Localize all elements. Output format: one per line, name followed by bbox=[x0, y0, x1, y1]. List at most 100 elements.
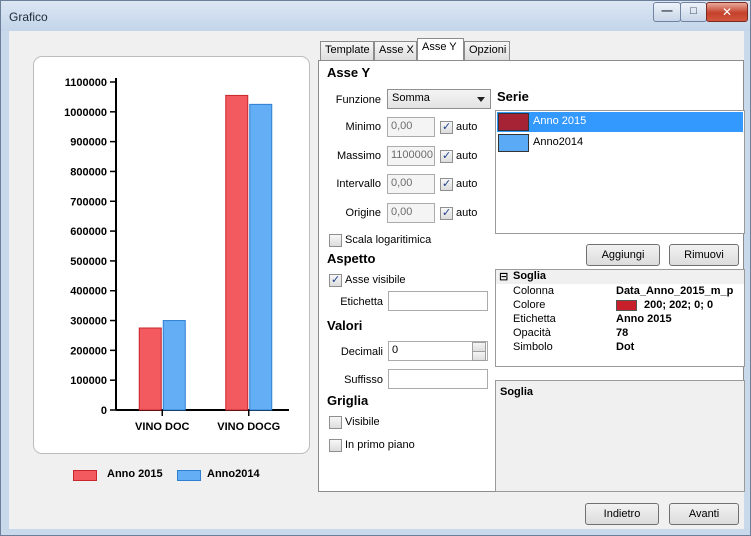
tab-asse-x[interactable]: Asse X bbox=[374, 41, 417, 60]
property-name: Colonna bbox=[513, 285, 554, 297]
color-swatch bbox=[616, 300, 637, 311]
property-value: 78 bbox=[616, 327, 629, 339]
intervallo-auto-checkbox[interactable] bbox=[440, 177, 453, 191]
minimo-label: Minimo bbox=[345, 121, 381, 133]
property-description-box: Soglia bbox=[495, 380, 745, 492]
property-row-opacita[interactable]: Opacità 78 bbox=[496, 327, 744, 341]
decimali-decrement[interactable] bbox=[472, 351, 486, 361]
aggiungi-button[interactable]: Aggiungi bbox=[586, 244, 660, 266]
valori-heading: Valori bbox=[327, 318, 363, 333]
window: Grafico — □ ✕ 0 100000 200000 300000 400000 5… bbox=[0, 0, 751, 536]
property-name: Simbolo bbox=[513, 341, 553, 353]
list-item[interactable]: Anno 2015 bbox=[497, 112, 743, 132]
chart-panel: 0 100000 200000 300000 400000 500000 600000 700… bbox=[33, 56, 310, 454]
tab-template[interactable]: Template bbox=[320, 41, 374, 60]
funzione-select[interactable]: Somma bbox=[387, 89, 491, 109]
asse-visibile-label: Asse visibile bbox=[345, 274, 406, 286]
y-tick-label: 700000 bbox=[70, 196, 107, 208]
intervallo-field[interactable]: 0,00 bbox=[387, 174, 435, 194]
property-name: Colore bbox=[513, 299, 546, 311]
avanti-button[interactable]: Avanti bbox=[669, 503, 739, 525]
collapse-icon: ⊟ bbox=[499, 271, 509, 283]
indietro-button[interactable]: Indietro bbox=[585, 503, 659, 525]
intervallo-label: Intervallo bbox=[336, 178, 381, 190]
property-value: Dot bbox=[616, 341, 635, 353]
x-tick-label: VINO DOCG bbox=[217, 421, 280, 433]
y-tick-label: 200000 bbox=[70, 345, 107, 357]
bar-chart: 0 100000 200000 300000 400000 500000 600000 700… bbox=[64, 77, 289, 433]
y-tick-label: 400000 bbox=[70, 286, 107, 298]
asse-y-heading: Asse Y bbox=[327, 65, 371, 80]
tab-opzioni[interactable]: Opzioni bbox=[464, 41, 510, 60]
y-tick-label: 500000 bbox=[70, 256, 107, 268]
chevron-down-icon bbox=[477, 97, 485, 102]
auto-label: auto bbox=[456, 121, 478, 133]
minimo-field[interactable]: 0,00 bbox=[387, 117, 435, 137]
serie-heading: Serie bbox=[497, 89, 529, 104]
serie-list: Anno 2015 Anno2014 bbox=[495, 110, 745, 234]
property-value: 200; 202; 0; 0 bbox=[644, 299, 714, 311]
minimize-icon: — bbox=[661, 5, 673, 17]
auto-label: auto bbox=[456, 178, 478, 190]
rimuovi-button[interactable]: Rimuovi bbox=[669, 244, 739, 266]
y-tick-label: 1000000 bbox=[64, 107, 107, 119]
asse-visibile-checkbox[interactable] bbox=[329, 273, 342, 287]
property-value: Anno 2015 bbox=[616, 313, 672, 325]
property-row-etichetta[interactable]: Etichetta Anno 2015 bbox=[496, 313, 744, 327]
close-button[interactable]: ✕ bbox=[706, 2, 748, 22]
griglia-visibile-checkbox[interactable] bbox=[329, 416, 342, 429]
origine-auto-checkbox[interactable] bbox=[440, 206, 453, 220]
series-color-swatch bbox=[498, 134, 529, 152]
bar bbox=[162, 320, 186, 411]
y-tick-label: 900000 bbox=[70, 137, 107, 149]
minimo-auto-checkbox[interactable] bbox=[440, 120, 453, 134]
x-tick-label: VINO DOC bbox=[135, 421, 189, 433]
property-row-simbolo[interactable]: Simbolo Dot bbox=[496, 341, 744, 355]
funzione-label: Funzione bbox=[335, 94, 381, 106]
auto-label: auto bbox=[456, 150, 478, 162]
property-row-colonna[interactable]: Colonna Data_Anno_2015_m_p bbox=[496, 285, 744, 299]
property-name: Etichetta bbox=[513, 313, 556, 325]
soglia-property-grid: ⊟ Soglia Colonna Data_Anno_2015_m_p Colo… bbox=[495, 269, 745, 367]
decimali-label: Decimali bbox=[340, 346, 383, 358]
dialog-client: 0 100000 200000 300000 400000 500000 600000 700… bbox=[9, 31, 745, 529]
title-bar: Grafico — □ ✕ bbox=[1, 1, 750, 31]
massimo-auto-checkbox[interactable] bbox=[440, 149, 453, 163]
in-primo-piano-label: In primo piano bbox=[345, 439, 415, 451]
y-tick-label: 1100000 bbox=[65, 77, 107, 89]
bar bbox=[225, 94, 249, 411]
origine-label: Origine bbox=[345, 207, 381, 219]
bar bbox=[249, 103, 273, 411]
y-tick-label: 800000 bbox=[70, 166, 107, 178]
scala-logaritmica-label: Scala logaritimica bbox=[345, 234, 432, 246]
list-item[interactable]: Anno2014 bbox=[497, 133, 743, 153]
property-value: Data_Anno_2015_m_p bbox=[616, 285, 734, 297]
maximize-icon: □ bbox=[690, 5, 697, 17]
auto-label: auto bbox=[456, 207, 478, 219]
scala-logaritmica-checkbox[interactable] bbox=[329, 234, 342, 247]
origine-field[interactable]: 0,00 bbox=[387, 203, 435, 223]
funzione-value: Somma bbox=[392, 92, 430, 104]
suffisso-label: Suffisso bbox=[344, 374, 383, 386]
legend-swatch bbox=[73, 470, 97, 481]
griglia-heading: Griglia bbox=[327, 393, 369, 408]
y-tick-label: 100000 bbox=[70, 375, 107, 387]
etichetta-input[interactable] bbox=[388, 291, 488, 311]
minimize-button[interactable]: — bbox=[653, 2, 681, 22]
property-name: Opacità bbox=[513, 327, 551, 339]
y-tick-label: 0 bbox=[101, 405, 107, 417]
etichetta-label: Etichetta bbox=[340, 296, 383, 308]
series-label: Anno 2015 bbox=[533, 115, 587, 127]
massimo-field[interactable]: 1100000 bbox=[387, 146, 435, 166]
maximize-button[interactable]: □ bbox=[680, 2, 707, 22]
in-primo-piano-checkbox[interactable] bbox=[329, 439, 342, 452]
soglia-category-header[interactable]: ⊟ Soglia bbox=[496, 270, 744, 284]
aspetto-heading: Aspetto bbox=[327, 251, 376, 266]
bar bbox=[138, 327, 162, 411]
tab-asse-y[interactable]: Asse Y bbox=[417, 38, 464, 60]
property-row-colore[interactable]: Colore 200; 202; 0; 0 bbox=[496, 299, 744, 313]
legend-label: Anno2014 bbox=[207, 468, 260, 480]
legend-label: Anno 2015 bbox=[107, 468, 163, 480]
suffisso-input[interactable] bbox=[388, 369, 488, 389]
massimo-label: Massimo bbox=[336, 150, 381, 162]
